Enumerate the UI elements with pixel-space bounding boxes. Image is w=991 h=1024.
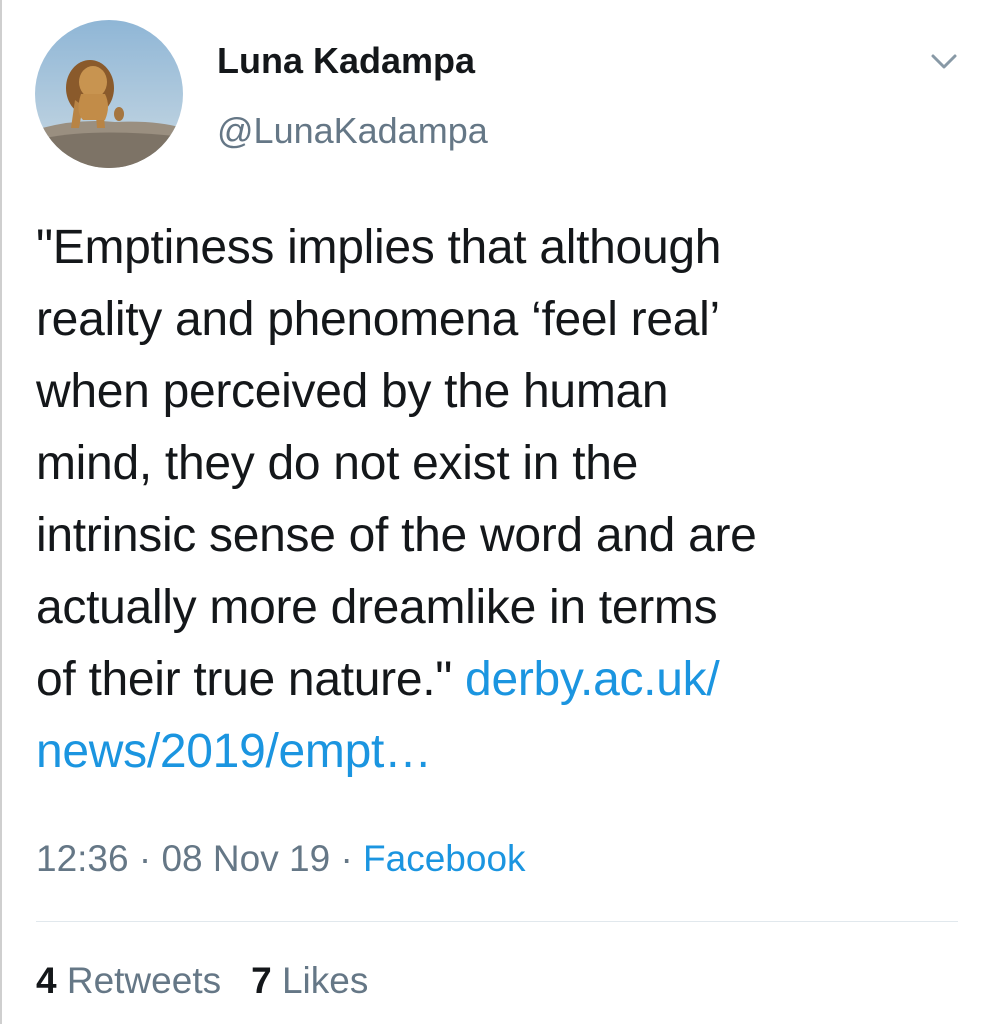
tweet-text-line-with-link: of their true nature." derby.ac.uk/ [36,644,966,716]
retweets-count: 4 [36,960,57,1001]
tweet-text-line: when perceived by the human [36,365,669,418]
card-border [0,0,2,1024]
tweet-text: "Emptiness implies that although reality… [36,212,966,788]
tweet-text-line: intrinsic sense of the word and are [36,509,757,562]
tweet-text-line: reality and phenomena ‘feel real’ [36,293,720,346]
author-display-name[interactable]: Luna Kadampa [217,40,475,82]
author-handle[interactable]: @LunaKadampa [217,110,488,152]
divider [36,921,958,922]
avatar[interactable] [35,20,183,168]
tweet-link-continued[interactable]: news/2019/empt… [36,716,966,788]
tweet-card: Luna Kadampa @LunaKadampa "Emptiness imp… [0,0,991,1024]
likes-count: 7 [251,960,272,1001]
tweet-text-line: of their true nature." [36,653,466,706]
tweet-meta: 12:36 · 08 Nov 19 · Facebook [36,838,526,880]
chevron-down-icon[interactable] [925,48,963,76]
tweet-stats: 4 Retweets 7 Likes [36,960,368,1002]
likes-stat[interactable]: 7 Likes [251,960,368,1001]
retweets-label: Retweets [66,960,222,1001]
tweet-text-line: "Emptiness implies that although [36,221,722,274]
meta-separator: · [138,838,152,879]
tweet-source-link[interactable]: Facebook [363,838,526,879]
meta-separator: · [340,838,353,879]
retweets-stat[interactable]: 4 Retweets [36,960,221,1001]
tweet-date[interactable]: 08 Nov 19 [161,838,330,879]
tweet-link[interactable]: derby.ac.uk/ [465,653,720,706]
tweet-text-line: actually more dreamlike in terms [36,581,718,634]
likes-label: Likes [281,960,369,1001]
tweet-text-line: mind, they do not exist in the [36,437,639,490]
lion-photo-avatar [35,20,183,168]
tweet-time[interactable]: 12:36 [36,838,129,879]
